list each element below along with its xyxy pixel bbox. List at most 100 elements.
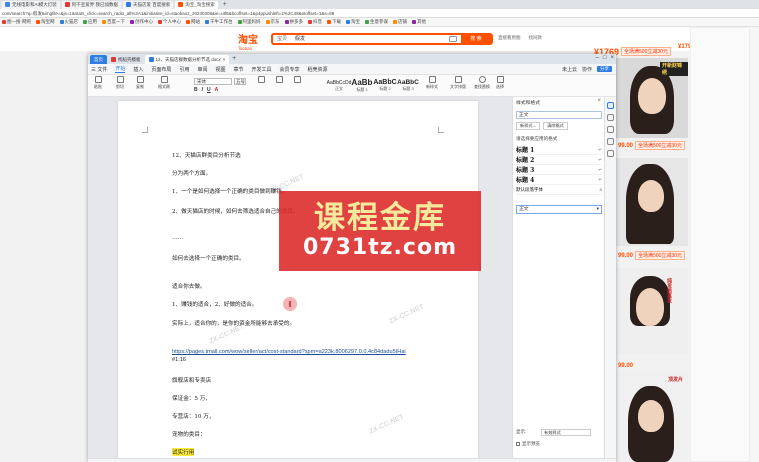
doc-paragraph[interactable]: 保证金：5 万，	[172, 394, 211, 402]
bookmark-item[interactable]: 千牛工作台	[205, 19, 233, 25]
minimize-icon[interactable]: –	[596, 55, 599, 61]
bookmark-item[interactable]: 下载	[327, 19, 341, 25]
menu-item[interactable]: 视图	[215, 66, 225, 73]
taobao-search-box[interactable]: 宝贝 假发 搜 索	[271, 33, 493, 45]
document-canvas[interactable]: ZX-CC.NET ZX-CC.NET ZX-CC.NET ZX-CC.NET …	[88, 97, 512, 458]
wps-home-tab[interactable]: 首页	[90, 54, 107, 64]
close-window-icon[interactable]: ×	[610, 55, 614, 61]
camera-icon[interactable]	[449, 36, 457, 42]
menu-item[interactable]: 章节	[233, 66, 243, 73]
bookmark-item[interactable]: 图一搜·网购	[2, 19, 31, 25]
show-filter-select[interactable]: 有效样式	[541, 429, 591, 436]
style-list-item-heading-1[interactable]: 标题 1 ↵	[516, 145, 602, 155]
share-button[interactable]: 分享	[597, 66, 612, 72]
bookmark-item[interactable]: 淘宝网	[36, 19, 55, 25]
select-button[interactable]: 选择	[496, 76, 504, 90]
style-heading-2[interactable]: AaBbC 标题 2	[373, 76, 396, 95]
find-replace-button[interactable]: 查找替换	[474, 76, 490, 90]
menu-item[interactable]: 页面布局	[151, 66, 171, 73]
bookmark-item[interactable]: 其他	[412, 19, 426, 25]
list-tools[interactable]	[276, 76, 283, 84]
menu-item[interactable]: 开发工具	[252, 66, 272, 73]
doc-paragraph[interactable]: 旗舰店和专卖店	[172, 376, 211, 384]
new-tab-icon[interactable]: +	[229, 56, 236, 62]
menu-item[interactable]: 三 文件	[91, 66, 107, 73]
shapes-tool-icon[interactable]	[607, 126, 614, 133]
bookmark-item[interactable]: 店铺	[393, 19, 407, 25]
collab-button[interactable]: 协作	[582, 66, 592, 73]
font-size-select[interactable]: 五号	[234, 78, 246, 85]
bookmark-item[interactable]: 阿里妈妈	[237, 19, 261, 25]
document-tab[interactable]: 12、天猫店群数据分析节选.docx ×	[144, 54, 230, 64]
underline-button[interactable]: U	[207, 87, 211, 93]
browser-tab-2[interactable]: 阿干宣爱界 我已加数据	[61, 0, 122, 9]
cut-button[interactable]: 剪切	[116, 76, 124, 90]
bookmark-item[interactable]: 火猫店	[59, 19, 78, 25]
style-list-item-heading-3[interactable]: 标题 3 ↵	[516, 165, 602, 175]
bookmark-item[interactable]: 抖音	[308, 19, 322, 25]
page-scrollbar[interactable]	[750, 27, 759, 462]
bookmark-item[interactable]: 创作中心	[130, 19, 153, 25]
ad-product-image[interactable]: 顶发片	[616, 372, 688, 462]
new-tab-button[interactable]: +	[220, 1, 230, 8]
doc-paragraph[interactable]: 专营店：10 万，	[172, 412, 214, 420]
doc-paragraph[interactable]: #1:16	[172, 357, 186, 363]
doc-highlighted-text[interactable]: 试实行用	[172, 448, 195, 456]
link-find-same[interactable]: 找同款	[529, 35, 543, 41]
search-scope[interactable]: 宝贝	[277, 35, 287, 43]
style-list-item-default-font[interactable]: 默认段落字体 a	[516, 185, 602, 195]
share-tool-icon[interactable]	[607, 150, 614, 157]
link-view-original[interactable]: 直接看原图	[498, 35, 521, 41]
paragraph-tools[interactable]	[258, 76, 265, 84]
menu-item[interactable]: 开始	[115, 65, 126, 73]
menu-item[interactable]: 审阅	[197, 66, 207, 73]
bookmark-item[interactable]: 百度一下	[102, 19, 125, 25]
address-bar[interactable]: com/search?q=假发&imgfile=&js=1&stats_clic…	[0, 9, 759, 18]
doc-paragraph[interactable]: 实际上，适合你的，是你的资金所能够去承受的。	[172, 319, 295, 327]
bold-button[interactable]: B	[194, 87, 198, 93]
copy-button[interactable]: 复制	[136, 76, 144, 90]
ad-product-image[interactable]: 纯发质真发	[616, 268, 688, 354]
doc-heading[interactable]: 12、天猫店群类目分析节选	[172, 151, 241, 159]
new-style-button[interactable]: 新样式	[426, 76, 438, 90]
current-style-field[interactable]: 正文	[516, 111, 602, 119]
search-button[interactable]: 搜 索	[461, 35, 491, 43]
font-family-select[interactable]: 宋体	[194, 78, 232, 85]
bookmark-item[interactable]: 应用	[83, 19, 97, 25]
document-page[interactable]: ZX-CC.NET ZX-CC.NET ZX-CC.NET ZX-CC.NET …	[118, 101, 478, 458]
indent-tools[interactable]	[294, 76, 301, 84]
doc-paragraph[interactable]: 适合你去做。	[172, 282, 206, 290]
menu-item[interactable]: 插入	[133, 66, 143, 73]
clear-format-button[interactable]: 清除格式	[543, 122, 568, 130]
italic-button[interactable]: I	[202, 87, 203, 93]
bookmark-item[interactable]: 网站	[186, 19, 200, 25]
new-style-button[interactable]: 新样式...	[516, 122, 541, 130]
doc-hyperlink[interactable]: https://pages.tmall.com/wow/seller/act/c…	[172, 349, 406, 355]
settings-tool-icon[interactable]	[607, 138, 614, 145]
style-heading-1[interactable]: AaBb 标题 1	[351, 76, 373, 95]
style-heading-3[interactable]: AaBbC 标题 3	[397, 76, 419, 95]
font-color-button[interactable]: A	[215, 87, 219, 93]
search-input[interactable]: 假发	[295, 35, 445, 43]
style-list-item-heading-4[interactable]: 标题 4 ↵	[516, 175, 602, 185]
maximize-icon[interactable]: □	[603, 55, 607, 61]
paste-button[interactable]: 粘贴	[94, 76, 102, 90]
doc-paragraph[interactable]: 1、一个是如何选择一个正确的类目做到赚钱。	[172, 187, 287, 195]
browser-tab-3[interactable]: 天猫店爱 百度搜索	[123, 0, 174, 9]
style-normal[interactable]: AaBbCcDd 正文	[327, 76, 352, 95]
browser-tab-4[interactable]: 淘宝_淘宝搜索	[175, 0, 218, 9]
bookmark-item[interactable]: 生意参谋	[365, 19, 388, 25]
doc-paragraph[interactable]: ……	[172, 235, 183, 241]
doc-paragraph[interactable]: 如何去选择一个正确的类目。	[172, 254, 245, 262]
close-pane-icon[interactable]: ×	[597, 98, 601, 104]
menu-item[interactable]: 引用	[179, 66, 189, 73]
bookmark-item[interactable]: 个人中心	[158, 19, 181, 25]
doc-paragraph[interactable]: 宠物的类目：	[172, 430, 206, 438]
browser-tab-1[interactable]: 无线电影和AI模大灯装	[2, 0, 60, 9]
cloud-status[interactable]: 未上云	[562, 66, 577, 73]
menu-item[interactable]: 稻壳资源	[308, 66, 328, 73]
taobao-logo[interactable]: 淘宝 Taobao	[238, 31, 258, 51]
selected-style-normal[interactable]: 正文 ▾	[516, 205, 602, 214]
style-list-item-heading-2[interactable]: 标题 2 ↵	[516, 155, 602, 165]
close-tab-icon[interactable]: ×	[223, 55, 226, 64]
